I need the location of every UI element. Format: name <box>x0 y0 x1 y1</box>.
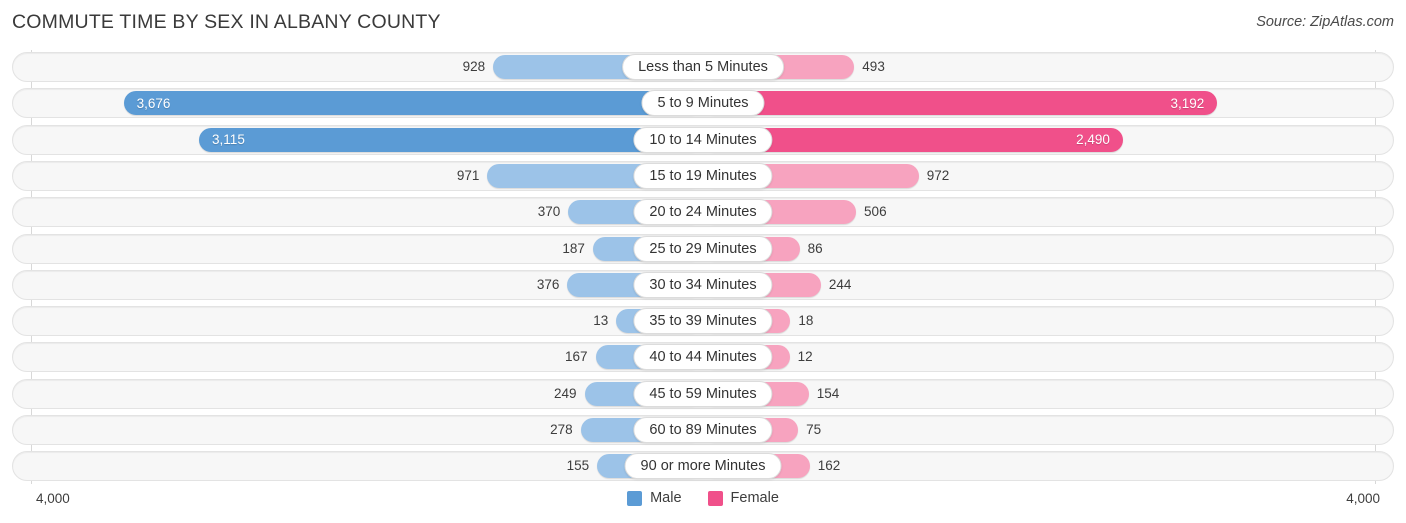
chart-row[interactable]: 3,115 2,490 10 to 14 Minutes <box>12 124 1394 155</box>
bar-value-male: 13 <box>593 313 609 329</box>
legend-item[interactable]: Female <box>707 490 779 506</box>
bar-value-male: 971 <box>456 167 480 183</box>
chart-legend: Male Female <box>0 490 1406 506</box>
bar-value-male: 3,676 <box>136 95 171 111</box>
bar-value-male: 928 <box>462 59 486 74</box>
legend-swatch-icon <box>627 490 643 506</box>
bar-value-male: 187 <box>562 240 585 256</box>
legend-label: Female <box>730 490 779 506</box>
bar-value-male: 155 <box>566 458 590 474</box>
bar-value-female: 86 <box>807 240 823 256</box>
bar-value-male: 278 <box>550 422 573 437</box>
bar-value-male: 370 <box>537 204 561 220</box>
legend-item[interactable]: Male <box>627 490 682 506</box>
category-label[interactable]: Less than 5 Minutes <box>622 54 784 80</box>
chart-row[interactable]: 928 493 Less than 5 Minutes <box>12 52 1394 82</box>
chart-footer: 4,000 4,000 Male Female <box>0 486 1406 523</box>
bar-value-female: 972 <box>926 167 950 183</box>
category-label[interactable]: 60 to 89 Minutes <box>633 417 773 443</box>
bar-value-male: 167 <box>565 349 588 365</box>
category-label[interactable]: 30 to 34 Minutes <box>633 271 773 298</box>
category-label[interactable]: 35 to 39 Minutes <box>633 308 773 335</box>
category-label[interactable]: 15 to 19 Minutes <box>633 162 773 189</box>
category-label[interactable]: 45 to 59 Minutes <box>633 380 773 407</box>
category-label[interactable]: 90 or more Minutes <box>624 453 782 480</box>
chart-header: COMMUTE TIME BY SEX IN ALBANY COUNTY Sou… <box>0 0 1406 46</box>
page-title: COMMUTE TIME BY SEX IN ALBANY COUNTY <box>12 11 441 33</box>
bar-value-female: 18 <box>798 313 814 329</box>
category-label[interactable]: 25 to 29 Minutes <box>633 235 773 262</box>
chart-plot-area: 928 493 Less than 5 Minutes 3,676 3,192 5 to … <box>0 46 1406 486</box>
chart-row[interactable]: 3,676 3,192 5 to 9 Minutes <box>12 88 1394 119</box>
chart-row[interactable]: 376 244 30 to 34 Minutes <box>12 269 1394 300</box>
chart-row[interactable]: 13 18 35 to 39 Minutes <box>12 306 1394 337</box>
category-label[interactable]: 20 to 24 Minutes <box>633 199 773 226</box>
bar-value-female: 12 <box>797 349 813 365</box>
bar-male[interactable]: 3,115 <box>199 127 703 152</box>
chart-row[interactable]: 249 154 45 to 59 Minutes <box>12 378 1394 409</box>
category-label[interactable]: 10 to 14 Minutes <box>633 126 773 153</box>
category-label[interactable]: 40 to 44 Minutes <box>633 344 773 371</box>
category-label[interactable]: 5 to 9 Minutes <box>641 90 765 117</box>
bar-value-female: 154 <box>816 385 840 401</box>
bar-male[interactable]: 3,676 <box>123 91 703 116</box>
bar-value-male: 3,115 <box>212 132 245 148</box>
chart-page: COMMUTE TIME BY SEX IN ALBANY COUNTY Sou… <box>0 0 1406 523</box>
legend-label: Male <box>650 490 682 506</box>
chart-row[interactable]: 971 972 15 to 19 Minutes <box>12 160 1394 191</box>
bar-value-female: 162 <box>817 458 841 474</box>
bar-value-female: 2,490 <box>1076 132 1110 148</box>
chart-row[interactable]: 278 75 60 to 89 Minutes <box>12 415 1394 445</box>
bar-value-male: 376 <box>536 276 560 292</box>
chart-row[interactable]: 187 86 25 to 29 Minutes <box>12 233 1394 264</box>
chart-row[interactable]: 370 506 20 to 24 Minutes <box>12 197 1394 228</box>
bar-value-female: 75 <box>806 422 822 437</box>
bar-value-male: 249 <box>553 385 577 401</box>
bar-value-female: 244 <box>828 276 852 292</box>
chart-row[interactable]: 155 162 90 or more Minutes <box>12 451 1394 482</box>
chart-row[interactable]: 167 12 40 to 44 Minutes <box>12 342 1394 373</box>
bar-female[interactable]: 3,192 <box>703 91 1218 116</box>
bar-value-female: 3,192 <box>1170 95 1205 111</box>
legend-swatch-icon <box>707 490 723 506</box>
source-attribution: Source: ZipAtlas.com <box>1256 14 1394 30</box>
bar-value-female: 493 <box>862 59 885 74</box>
bar-value-female: 506 <box>864 204 887 220</box>
